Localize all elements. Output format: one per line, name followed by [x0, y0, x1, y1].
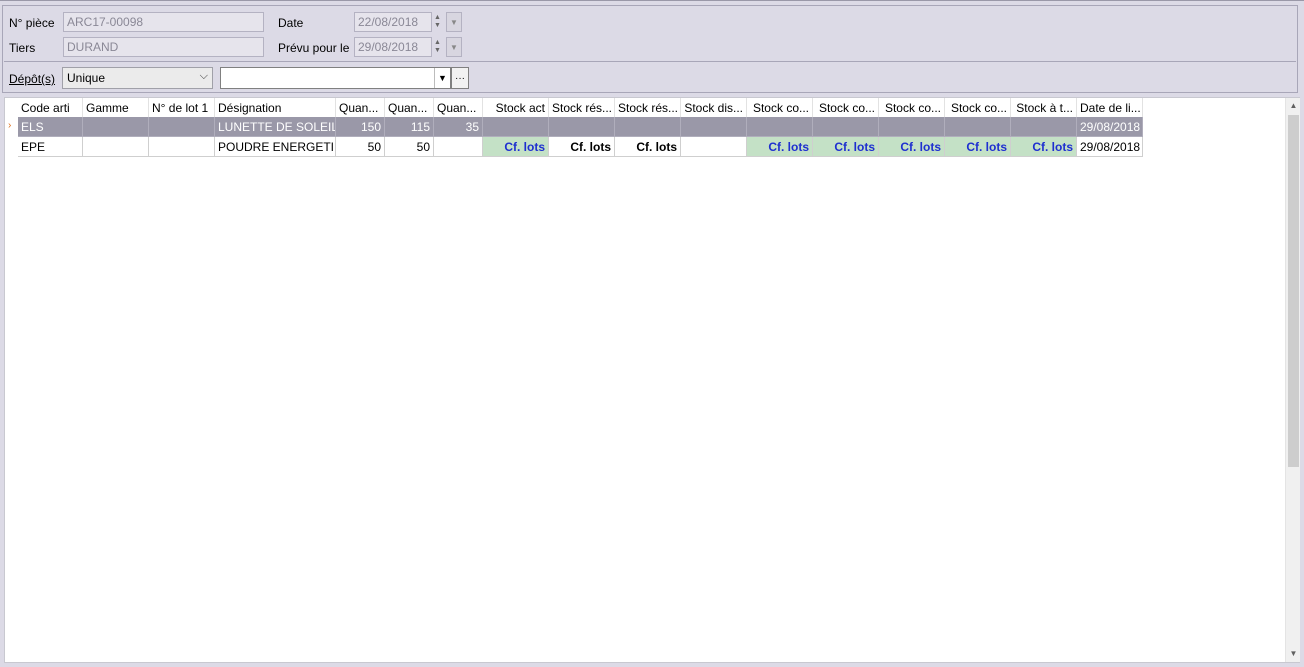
date-field[interactable]: 22/08/2018: [354, 12, 432, 32]
prevu-dropdown-icon[interactable]: ▼: [446, 37, 462, 57]
table-cell[interactable]: POUDRE ENERGETI...: [215, 137, 336, 157]
table-cell[interactable]: 29/08/2018: [1077, 137, 1143, 157]
tiers-field[interactable]: DURAND: [63, 37, 264, 57]
depot-select-value: Unique: [67, 71, 106, 85]
table-cell[interactable]: [483, 117, 549, 137]
table-cell[interactable]: 50: [385, 137, 434, 157]
column-header[interactable]: Stock rés...: [615, 98, 681, 117]
table-cell[interactable]: [83, 117, 149, 137]
table-cell[interactable]: 115: [385, 117, 434, 137]
table-cell[interactable]: [747, 117, 813, 137]
date-label: Date: [278, 16, 304, 30]
date-dropdown-icon[interactable]: ▼: [446, 12, 462, 32]
depot-label: Dépôt(s): [9, 72, 55, 86]
column-header[interactable]: Gamme: [83, 98, 149, 117]
column-header[interactable]: Stock co...: [813, 98, 879, 117]
column-header[interactable]: Stock co...: [945, 98, 1011, 117]
column-header[interactable]: Stock rés...: [549, 98, 615, 117]
table-cell[interactable]: [681, 117, 747, 137]
depot-combo[interactable]: ▼: [220, 67, 451, 89]
table-cell[interactable]: [813, 117, 879, 137]
scroll-thumb[interactable]: [1288, 115, 1299, 467]
column-header[interactable]: Stock à t...: [1011, 98, 1077, 117]
column-header[interactable]: Quan...: [336, 98, 385, 117]
table-cell[interactable]: Cf. lots: [1011, 137, 1077, 157]
table-cell[interactable]: [434, 137, 483, 157]
column-header[interactable]: Stock co...: [747, 98, 813, 117]
tiers-label: Tiers: [9, 41, 36, 55]
table-cell[interactable]: 29/08/2018: [1077, 117, 1143, 137]
table-cell[interactable]: [879, 117, 945, 137]
piece-field[interactable]: ARC17-00098: [63, 12, 264, 32]
column-header[interactable]: N° de lot 1: [149, 98, 215, 117]
table-cell[interactable]: Cf. lots: [747, 137, 813, 157]
table-row[interactable]: › ELS LUNETTE DE SOLEIL 150 115 35 29/08/2018: [5, 117, 1143, 137]
prevu-label: Prévu pour le: [278, 41, 350, 55]
table-cell[interactable]: LUNETTE DE SOLEIL: [215, 117, 336, 137]
column-header[interactable]: Date de li...: [1077, 98, 1143, 117]
date-spin-icon[interactable]: ▲ ▼: [432, 12, 443, 32]
table-cell[interactable]: Cf. lots: [945, 137, 1011, 157]
table-cell[interactable]: 50: [336, 137, 385, 157]
document-header: N° pièce ARC17-00098 Tiers DURAND Date 2…: [0, 0, 1304, 96]
table-cell[interactable]: Cf. lots: [549, 137, 615, 157]
prevu-spin-icon[interactable]: ▲ ▼: [432, 37, 443, 57]
table-cell[interactable]: [149, 137, 215, 157]
table-cell[interactable]: Cf. lots: [615, 137, 681, 157]
table-cell[interactable]: [149, 117, 215, 137]
table-cell[interactable]: [549, 117, 615, 137]
header-separator: [4, 61, 1296, 62]
table-cell[interactable]: ELS: [18, 117, 83, 137]
scroll-down-icon[interactable]: ▼: [1286, 646, 1301, 662]
table-cell[interactable]: [1011, 117, 1077, 137]
scroll-up-icon[interactable]: ▲: [1286, 98, 1301, 114]
table-cell[interactable]: Cf. lots: [879, 137, 945, 157]
table-cell[interactable]: 150: [336, 117, 385, 137]
ellipsis-button[interactable]: ···: [451, 67, 469, 89]
table-row[interactable]: EPE POUDRE ENERGETI... 50 50 Cf. lots Cf. lot…: [5, 137, 1143, 157]
dropdown-arrow-icon[interactable]: ▼: [434, 68, 450, 88]
column-header[interactable]: Quan...: [385, 98, 434, 117]
column-header[interactable]: Stock act: [483, 98, 549, 117]
table-cell[interactable]: 35: [434, 117, 483, 137]
column-header[interactable]: Désignation: [215, 98, 336, 117]
table-cell[interactable]: Cf. lots: [483, 137, 549, 157]
column-header[interactable]: Stock co...: [879, 98, 945, 117]
prevu-field[interactable]: 29/08/2018: [354, 37, 432, 57]
table-cell[interactable]: [681, 137, 747, 157]
column-header[interactable]: Quan...: [434, 98, 483, 117]
piece-label: N° pièce: [9, 16, 55, 30]
vertical-scrollbar[interactable]: ▲ ▼: [1285, 98, 1300, 662]
column-header[interactable]: Code arti: [18, 98, 83, 117]
column-header[interactable]: Stock dis...: [681, 98, 747, 117]
table-cell[interactable]: [615, 117, 681, 137]
current-row-icon: ›: [8, 120, 12, 131]
table-cell[interactable]: EPE: [18, 137, 83, 157]
depot-label-text: Dépôt(s): [9, 72, 56, 86]
table-cell[interactable]: [83, 137, 149, 157]
depot-select[interactable]: Unique ⌵: [62, 67, 213, 89]
table-cell[interactable]: Cf. lots: [813, 137, 879, 157]
table-cell[interactable]: [945, 117, 1011, 137]
articles-grid: Code arti Gamme N° de lot 1 Désignation Quan…: [4, 97, 1300, 663]
chevron-down-icon: ⌵: [199, 70, 208, 82]
